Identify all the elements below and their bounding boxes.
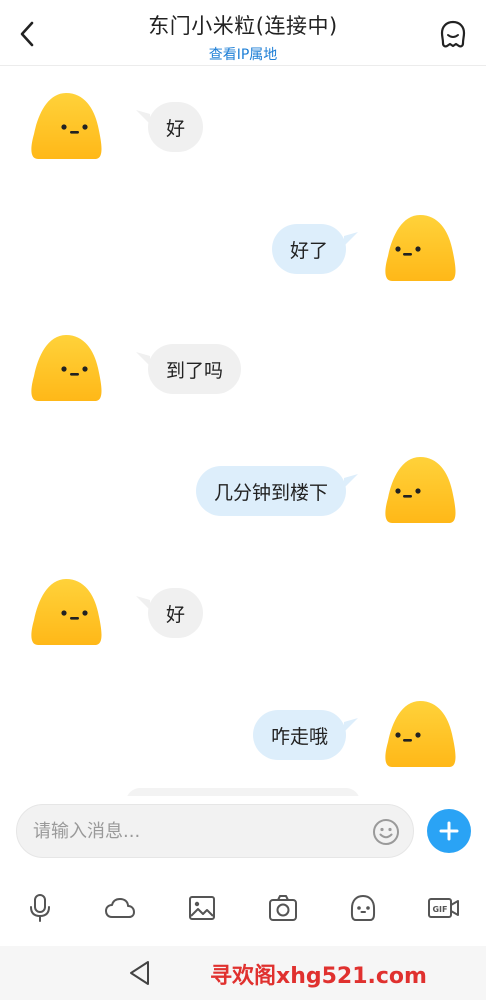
- avatar-icon[interactable]: [382, 454, 458, 526]
- view-ip-location-link[interactable]: 查看IP属地: [0, 44, 486, 64]
- message-row: 好: [0, 576, 486, 656]
- message-row: 到了吗: [0, 332, 486, 412]
- svg-text:GIF: GIF: [432, 905, 447, 914]
- sticker-button[interactable]: [343, 890, 383, 926]
- chat-header: 东门小米粒(连接中) 查看IP属地: [0, 0, 486, 66]
- emoji-icon[interactable]: [371, 817, 401, 847]
- emoji-face-icon: [350, 895, 376, 921]
- message-bubble[interactable]: 几分钟到楼下: [195, 466, 346, 516]
- message-input[interactable]: [33, 805, 363, 857]
- bubble-tail: [344, 232, 358, 246]
- cloud-button[interactable]: [100, 890, 140, 926]
- avatar-icon[interactable]: [382, 212, 458, 284]
- message-list[interactable]: 好 好了 到了吗 几分钟到楼下 好 咋走哦: [0, 66, 486, 796]
- camera-button[interactable]: [263, 890, 303, 926]
- gif-icon: GIF: [428, 898, 459, 918]
- message-row: 好: [0, 90, 486, 170]
- message-input-container: [16, 804, 414, 858]
- avatar-icon[interactable]: [28, 576, 104, 648]
- message-row: 几分钟到楼下: [0, 454, 486, 534]
- plus-icon: [439, 821, 459, 841]
- system-navigation-bar: 寻欢阁xhg521.com: [0, 946, 486, 1000]
- voice-button[interactable]: [20, 890, 60, 926]
- message-bubble[interactable]: 咋走哦: [252, 710, 346, 760]
- bubble-tail: [344, 474, 358, 488]
- gif-button[interactable]: GIF: [424, 890, 464, 926]
- watermark-text: 寻欢阁xhg521.com: [210, 964, 427, 989]
- input-toolbar: GIF: [0, 874, 486, 944]
- message-bubble[interactable]: 好: [148, 588, 204, 638]
- page-title: 东门小米粒(连接中): [148, 14, 338, 38]
- cloud-icon: [105, 898, 135, 918]
- triangle-back-icon[interactable]: [126, 958, 154, 988]
- profile-button[interactable]: [436, 18, 470, 52]
- avatar-icon[interactable]: [28, 90, 104, 162]
- message-bubble[interactable]: 到了吗: [148, 344, 242, 394]
- camera-icon: [269, 895, 297, 921]
- avatar-icon[interactable]: [28, 332, 104, 404]
- add-attachment-button[interactable]: [427, 809, 471, 853]
- avatar-icon[interactable]: [382, 698, 458, 770]
- message-row: 好了: [0, 212, 486, 292]
- bubble-tail: [344, 718, 358, 732]
- microphone-icon: [30, 894, 50, 922]
- message-bubble[interactable]: 好了: [271, 224, 346, 274]
- gallery-button[interactable]: [182, 890, 222, 926]
- image-icon: [189, 896, 215, 920]
- message-input-bar: [0, 796, 486, 870]
- message-row: 咋走哦: [0, 698, 486, 778]
- partially-hidden-message: [126, 788, 360, 796]
- user-profile-icon: [440, 20, 466, 48]
- message-bubble[interactable]: 好: [148, 102, 204, 152]
